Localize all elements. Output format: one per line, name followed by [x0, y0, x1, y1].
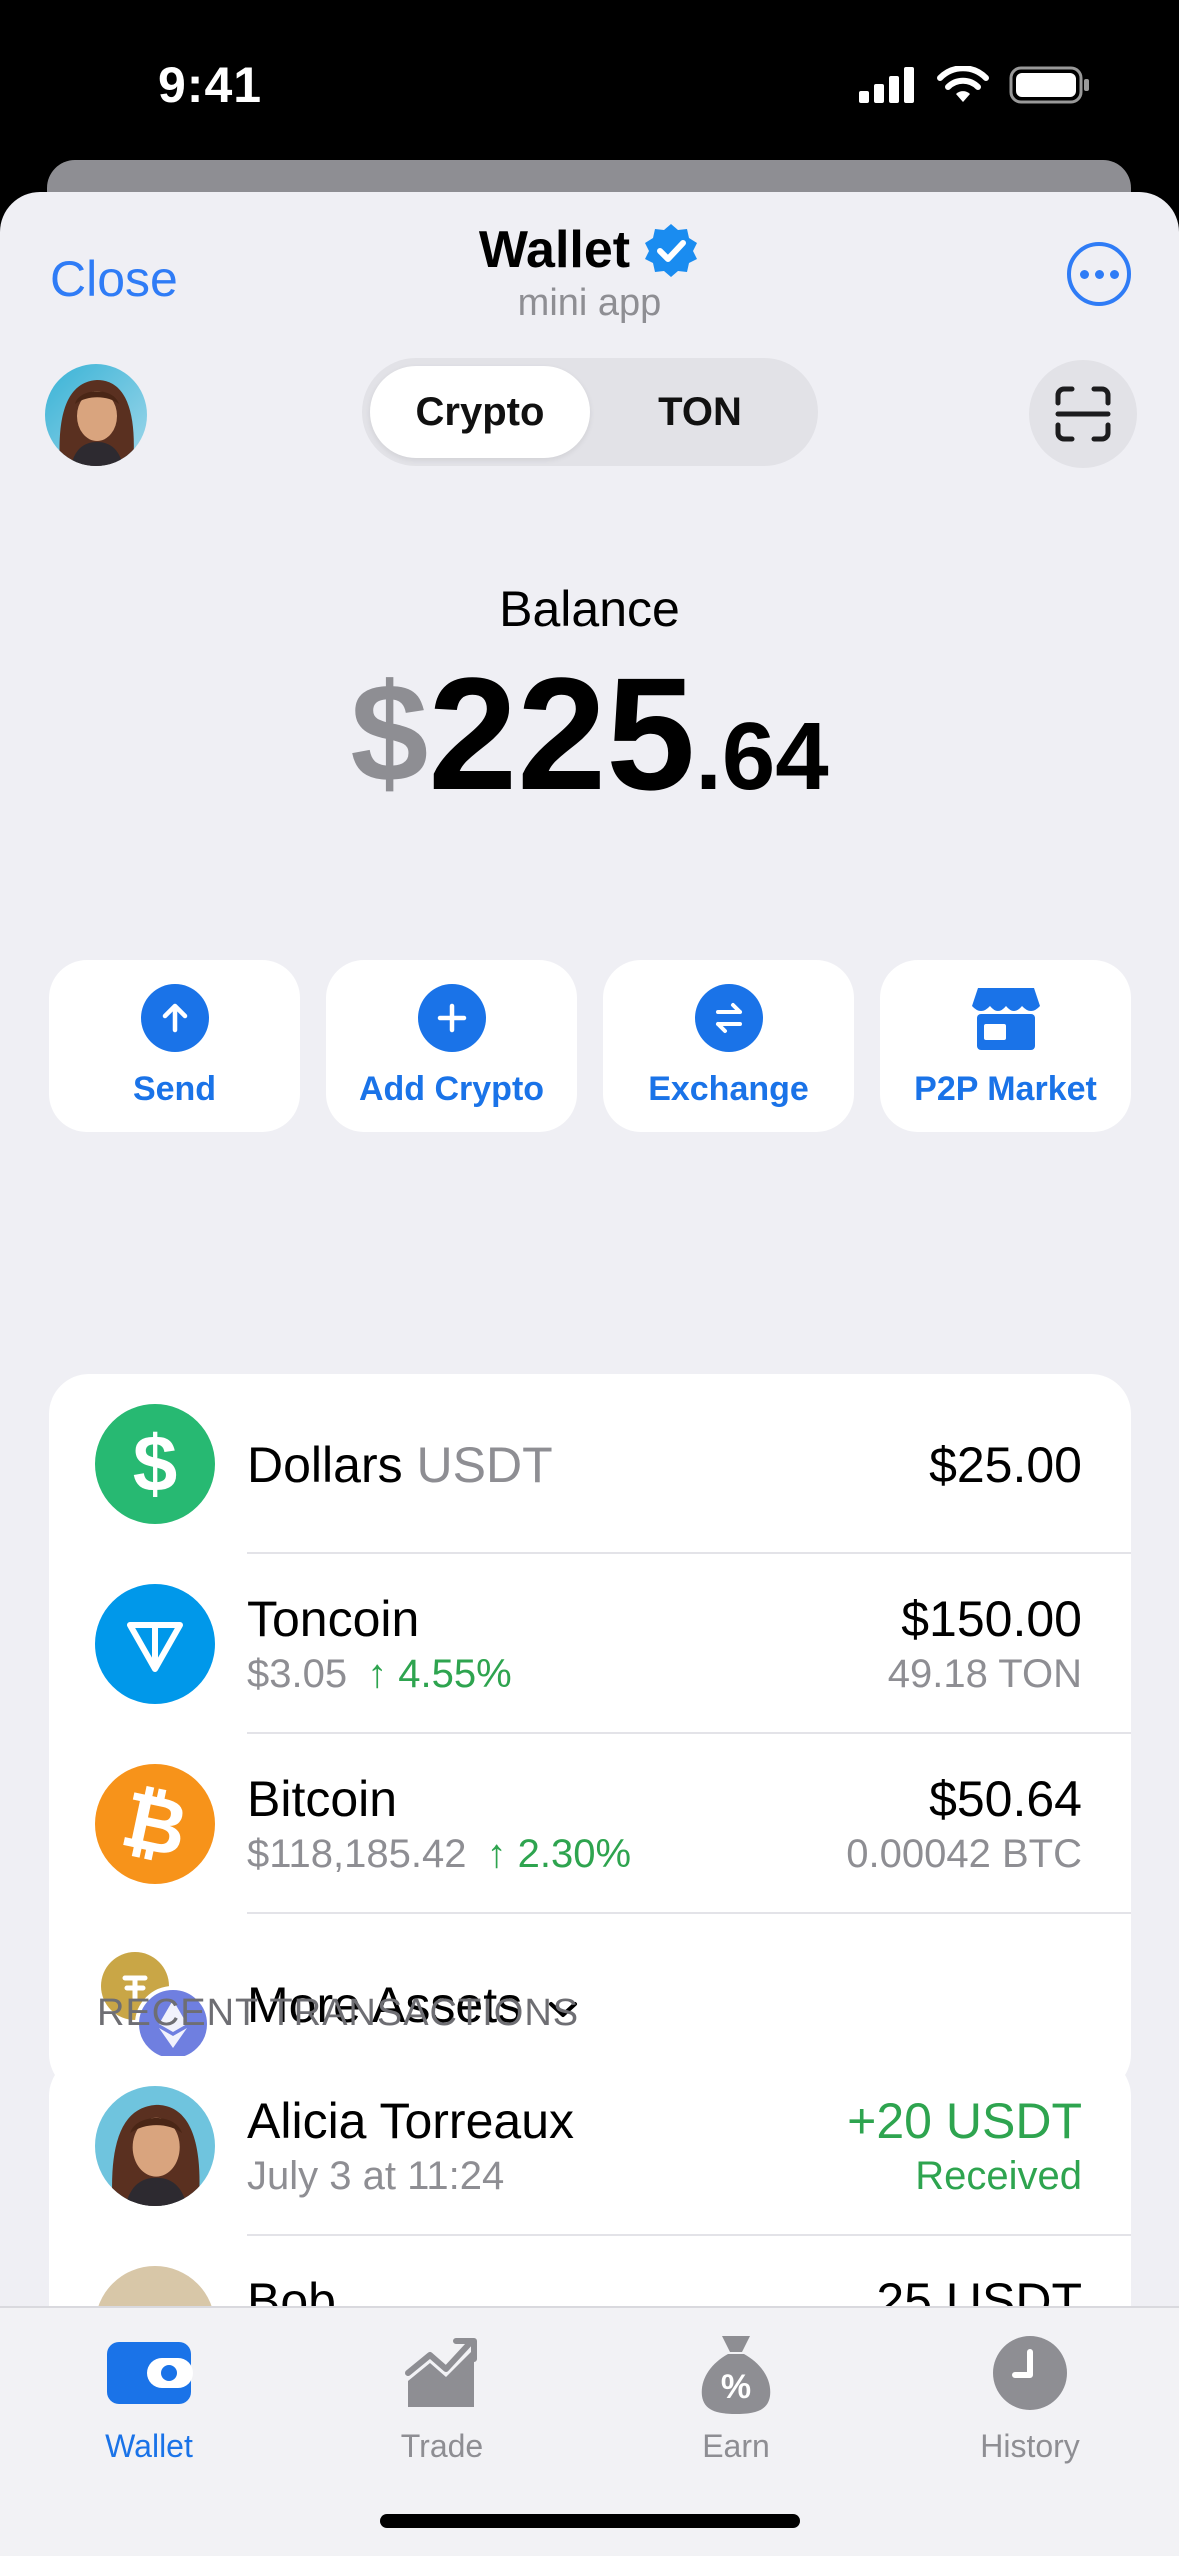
balance-decimal: .64 [695, 703, 829, 810]
wifi-icon [937, 66, 989, 102]
store-icon [971, 987, 1040, 1050]
asset-price: $3.05 ↑ 4.55% [247, 1652, 512, 1697]
add-crypto-label: Add Crypto [358, 1069, 545, 1108]
tab-history-label: History [980, 2428, 1080, 2464]
app-subtitle: mini app [517, 282, 662, 324]
asset-amount: 49.18 TON [887, 1652, 1082, 1696]
exchange-button[interactable]: Exchange [603, 960, 854, 1132]
asset-price-text: $118,185.42 [247, 1832, 467, 1876]
tab-ton[interactable]: TON [590, 366, 810, 458]
clock-icon [993, 2336, 1067, 2410]
transaction-amount: +20 USDT [847, 2093, 1082, 2149]
balance-label: Balance [499, 581, 680, 637]
asset-name: Toncoin [247, 1591, 420, 1647]
arrow-up-icon [140, 983, 209, 1052]
battery-icon [1009, 66, 1089, 104]
app-title-text: Wallet [478, 221, 631, 279]
signal-icon [859, 67, 914, 103]
transaction-date: July 3 at 11:24 [247, 2154, 505, 2198]
asset-value: $50.64 [929, 1771, 1082, 1827]
transaction-avatar [95, 2086, 215, 2206]
tab-earn[interactable]: % Earn [636, 2328, 836, 2465]
asset-ticker: USDT [416, 1437, 553, 1493]
scan-icon [1055, 386, 1111, 442]
svg-text:%: % [721, 2368, 751, 2406]
price-change-text: 2.30% [517, 1832, 632, 1876]
price-change-text: 4.55% [398, 1652, 512, 1696]
exchange-icon [694, 983, 763, 1052]
exchange-label: Exchange [648, 1069, 809, 1108]
currency-segmented-control: Crypto TON [362, 358, 818, 466]
chart-icon [405, 2338, 477, 2407]
asset-name: Dollars USDT [247, 1436, 553, 1494]
asset-value: $25.00 [929, 1437, 1082, 1493]
tab-earn-label: Earn [702, 2428, 770, 2464]
recent-transactions-title: RECENT TRANSACTIONS [97, 1992, 580, 2034]
p2p-market-button[interactable]: P2P Market [880, 960, 1131, 1132]
user-avatar[interactable] [45, 364, 147, 466]
app-title: Wallet [479, 220, 700, 280]
asset-price: $118,185.42 ↑ 2.30% [247, 1832, 631, 1877]
more-options-button[interactable] [1067, 242, 1131, 306]
tab-wallet-label: Wallet [105, 2428, 193, 2464]
tab-trade-label: Trade [400, 2428, 484, 2464]
asset-name-text: Dollars [247, 1437, 403, 1493]
asset-row-toncoin[interactable]: Toncoin $3.05 ↑ 4.55% $150.00 49.18 TON [49, 1554, 1131, 1734]
add-crypto-button[interactable]: Add Crypto [326, 960, 577, 1132]
money-bag-icon: % [701, 2336, 771, 2414]
send-button[interactable]: Send [49, 960, 300, 1132]
balance-currency: $ [350, 654, 429, 811]
asset-price-text: $3.05 [247, 1652, 348, 1696]
scan-qr-button[interactable] [1029, 360, 1137, 468]
balance-amount: $225.64 [0, 642, 1179, 826]
transaction-status: Received [915, 2154, 1082, 2198]
asset-name: Bitcoin [247, 1771, 398, 1827]
ton-icon [95, 1584, 215, 1704]
status-bar: 9:41 [0, 0, 1179, 160]
dollar-icon: $ [95, 1404, 215, 1524]
header-title-block: Wallet mini app [0, 220, 1179, 325]
price-change: ↑ 4.55% [367, 1652, 512, 1696]
verified-badge-icon [645, 224, 698, 277]
transaction-name: Alicia Torreaux [247, 2093, 575, 2149]
send-label: Send [132, 1069, 217, 1108]
wallet-sheet: Close Wallet mini app Crypto TON Balance… [0, 192, 1179, 2556]
action-buttons: Send Add Crypto Exchange P2P Market [49, 960, 1131, 1132]
price-change: ↑ 2.30% [486, 1832, 632, 1876]
transaction-row[interactable]: Alicia Torreaux July 3 at 11:24 +20 USDT… [49, 2056, 1131, 2236]
tab-trade[interactable]: Trade [342, 2328, 542, 2465]
home-indicator [380, 2514, 800, 2528]
bitcoin-icon: ₿ [95, 1764, 215, 1884]
wallet-icon [107, 2342, 193, 2404]
tab-wallet[interactable]: Wallet [49, 2328, 249, 2465]
tab-crypto[interactable]: Crypto [370, 366, 590, 458]
balance-integer: 225 [428, 644, 696, 823]
assets-list: $ Dollars USDT $25.00 Toncoin $3.05 ↑ 4.5… [49, 1374, 1131, 2094]
asset-value: $150.00 [901, 1591, 1082, 1647]
profile-photo [45, 364, 147, 466]
status-time: 9:41 [158, 57, 263, 113]
p2p-market-label: P2P Market [914, 1069, 1097, 1108]
asset-row-dollars[interactable]: $ Dollars USDT $25.00 [49, 1374, 1131, 1554]
status-icons [859, 66, 1091, 104]
asset-row-bitcoin[interactable]: ₿ Bitcoin $118,185.42 ↑ 2.30% $50.64 0.00… [49, 1734, 1131, 1914]
tab-history[interactable]: History [930, 2328, 1130, 2465]
profile-photo [95, 2086, 215, 2206]
asset-amount: 0.00042 BTC [846, 1832, 1082, 1876]
plus-icon [417, 983, 486, 1052]
